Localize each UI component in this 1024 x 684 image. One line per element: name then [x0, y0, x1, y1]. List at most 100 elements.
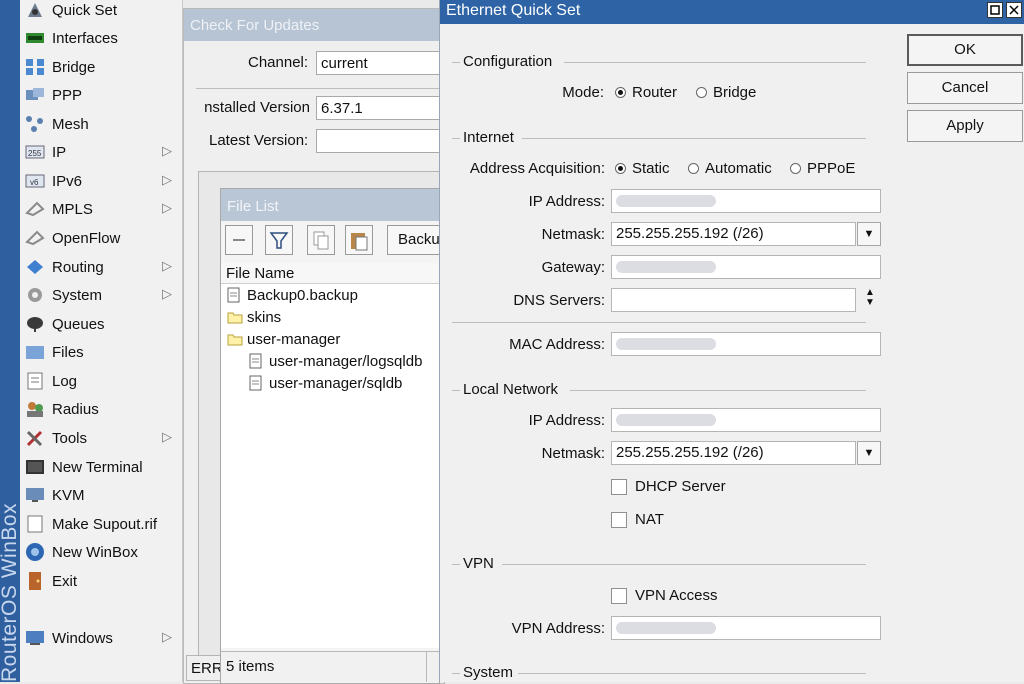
section-vpn: VPN: [463, 555, 494, 572]
quick-set-titlebar[interactable]: Ethernet Quick Set: [440, 0, 1024, 24]
file-name: user-manager: [247, 330, 341, 348]
column-header-file-name[interactable]: File Name: [226, 265, 294, 282]
acq-static-radio[interactable]: Static: [615, 160, 670, 177]
sidebar-item-interfaces[interactable]: Interfaces: [20, 24, 182, 52]
svg-text:255: 255: [28, 149, 42, 158]
check-updates-titlebar[interactable]: Check For Updates: [184, 9, 444, 41]
address-acquisition-label: Address Acquisition:: [469, 160, 605, 177]
sidebar-item-openflow[interactable]: OpenFlow: [20, 224, 182, 252]
sidebar-item-exit[interactable]: Exit: [20, 567, 182, 595]
radio-unselected-icon: [790, 163, 801, 174]
exit-icon: [24, 571, 46, 591]
checkbox-unchecked-icon: [611, 511, 627, 528]
window-title: Check For Updates: [190, 17, 320, 34]
divider: [196, 88, 444, 89]
file-list-header: File Name: [221, 263, 439, 284]
mode-bridge-radio[interactable]: Bridge: [696, 84, 756, 101]
sidebar-menu: Quick Set Interfaces Bridge PPP Mesh 255…: [20, 0, 183, 682]
sidebar-item-ppp[interactable]: PPP: [20, 81, 182, 109]
lan-ip-input[interactable]: [611, 408, 881, 432]
sidebar-item-label: Routing: [52, 258, 104, 276]
sidebar-item-label: Queues: [52, 315, 105, 333]
radio-unselected-icon: [688, 163, 699, 174]
file-row[interactable]: Backup0.backup: [227, 284, 358, 306]
wan-netmask-dropdown[interactable]: ▼: [857, 222, 881, 246]
wan-netmask-input[interactable]: 255.255.255.192 (/26): [611, 222, 856, 246]
sidebar-item-label: Bridge: [52, 58, 96, 76]
wan-ip-input[interactable]: [611, 189, 881, 213]
dns-servers-input[interactable]: [611, 288, 856, 312]
apply-button[interactable]: Apply: [907, 110, 1023, 142]
file-row[interactable]: user-manager: [227, 328, 340, 350]
sidebar-item-label: IPv6: [52, 172, 83, 190]
sidebar-item-label: Make Supout.rif: [52, 515, 158, 533]
sidebar-item-windows[interactable]: Windows ▷: [20, 624, 182, 652]
section-local-network: Local Network: [463, 381, 559, 398]
kvm-icon: [24, 485, 46, 505]
folder-icon: [227, 334, 243, 346]
queues-icon: [24, 314, 46, 334]
lan-netmask-input[interactable]: 255.255.255.192 (/26): [611, 441, 856, 465]
paste-button[interactable]: [345, 225, 373, 255]
file-list-window: File List Backup File Name Backup0.backu…: [220, 188, 447, 684]
acq-pppoe-radio[interactable]: PPPoE: [790, 160, 855, 177]
sidebar-item-bridge[interactable]: Bridge: [20, 53, 182, 81]
sidebar-item-label: PPP: [52, 86, 83, 104]
folder-icon: [227, 312, 243, 324]
channel-label: Channel:: [248, 54, 309, 71]
checkbox-unchecked-icon: [611, 478, 627, 495]
file-list-titlebar[interactable]: File List: [221, 189, 439, 221]
nat-checkbox[interactable]: NAT: [611, 511, 664, 528]
sidebar-item-tools[interactable]: Tools ▷: [20, 424, 182, 452]
arrow-down-icon: ▼: [865, 297, 875, 308]
dns-add-remove-spinner[interactable]: ▲ ▼: [862, 288, 878, 312]
sidebar-item-make-supout[interactable]: Make Supout.rif: [20, 510, 182, 538]
remove-button[interactable]: [225, 225, 253, 255]
latest-version-label: Latest Version:: [209, 132, 309, 149]
sidebar-item-new-winbox[interactable]: New WinBox: [20, 538, 182, 566]
sidebar-item-ip[interactable]: 255 IP ▷: [20, 138, 182, 166]
mac-address-field[interactable]: [611, 332, 881, 356]
sidebar-item-mpls[interactable]: MPLS ▷: [20, 195, 182, 223]
sidebar-item-label: New WinBox: [52, 543, 138, 561]
sidebar-item-files[interactable]: Files: [20, 338, 182, 366]
sidebar-item-mesh[interactable]: Mesh: [20, 110, 182, 138]
submenu-arrow-icon: ▷: [162, 286, 172, 301]
vpn-access-checkbox[interactable]: VPN Access: [611, 587, 718, 604]
window-title: Ethernet Quick Set: [446, 2, 581, 19]
vpn-address-field[interactable]: [611, 616, 881, 640]
sidebar-item-new-terminal[interactable]: New Terminal: [20, 453, 182, 481]
dhcp-server-checkbox[interactable]: DHCP Server: [611, 478, 726, 495]
checkbox-label: VPN Access: [635, 587, 718, 604]
sidebar-item-quick-set[interactable]: Quick Set: [20, 0, 182, 24]
gateway-input[interactable]: [611, 255, 881, 279]
sidebar-item-system[interactable]: System ▷: [20, 281, 182, 309]
file-row[interactable]: user-manager/sqldb: [249, 372, 402, 394]
maximize-button[interactable]: [987, 2, 1003, 18]
mode-router-radio[interactable]: Router: [615, 84, 677, 101]
sidebar-item-routing[interactable]: Routing ▷: [20, 253, 182, 281]
filter-button[interactable]: [265, 225, 293, 255]
item-count: 5 items: [226, 658, 275, 675]
copy-button[interactable]: [307, 225, 335, 255]
sidebar-item-radius[interactable]: Radius: [20, 395, 182, 423]
backup-button[interactable]: Backup: [387, 225, 447, 255]
sidebar-item-kvm[interactable]: KVM: [20, 481, 182, 509]
interfaces-icon: [24, 28, 46, 48]
ok-button[interactable]: OK: [907, 34, 1023, 66]
file-row[interactable]: skins: [227, 306, 281, 328]
sidebar-item-queues[interactable]: Queues: [20, 310, 182, 338]
file-list-body: Backup0.backup skins user-manager user-m…: [221, 284, 439, 648]
acq-automatic-radio[interactable]: Automatic: [688, 160, 772, 177]
sidebar-item-label: Interfaces: [52, 29, 118, 47]
cancel-button[interactable]: Cancel: [907, 72, 1023, 104]
lan-netmask-dropdown[interactable]: ▼: [857, 441, 881, 465]
sidebar-item-ipv6[interactable]: v6 IPv6 ▷: [20, 167, 182, 195]
section-line: [502, 564, 866, 565]
close-button[interactable]: [1006, 2, 1022, 18]
channel-select[interactable]: current: [316, 51, 444, 75]
file-row[interactable]: user-manager/logsqldb: [249, 350, 422, 372]
document-icon: [24, 514, 46, 534]
sidebar-item-log[interactable]: Log: [20, 367, 182, 395]
folder-icon: [24, 342, 46, 362]
